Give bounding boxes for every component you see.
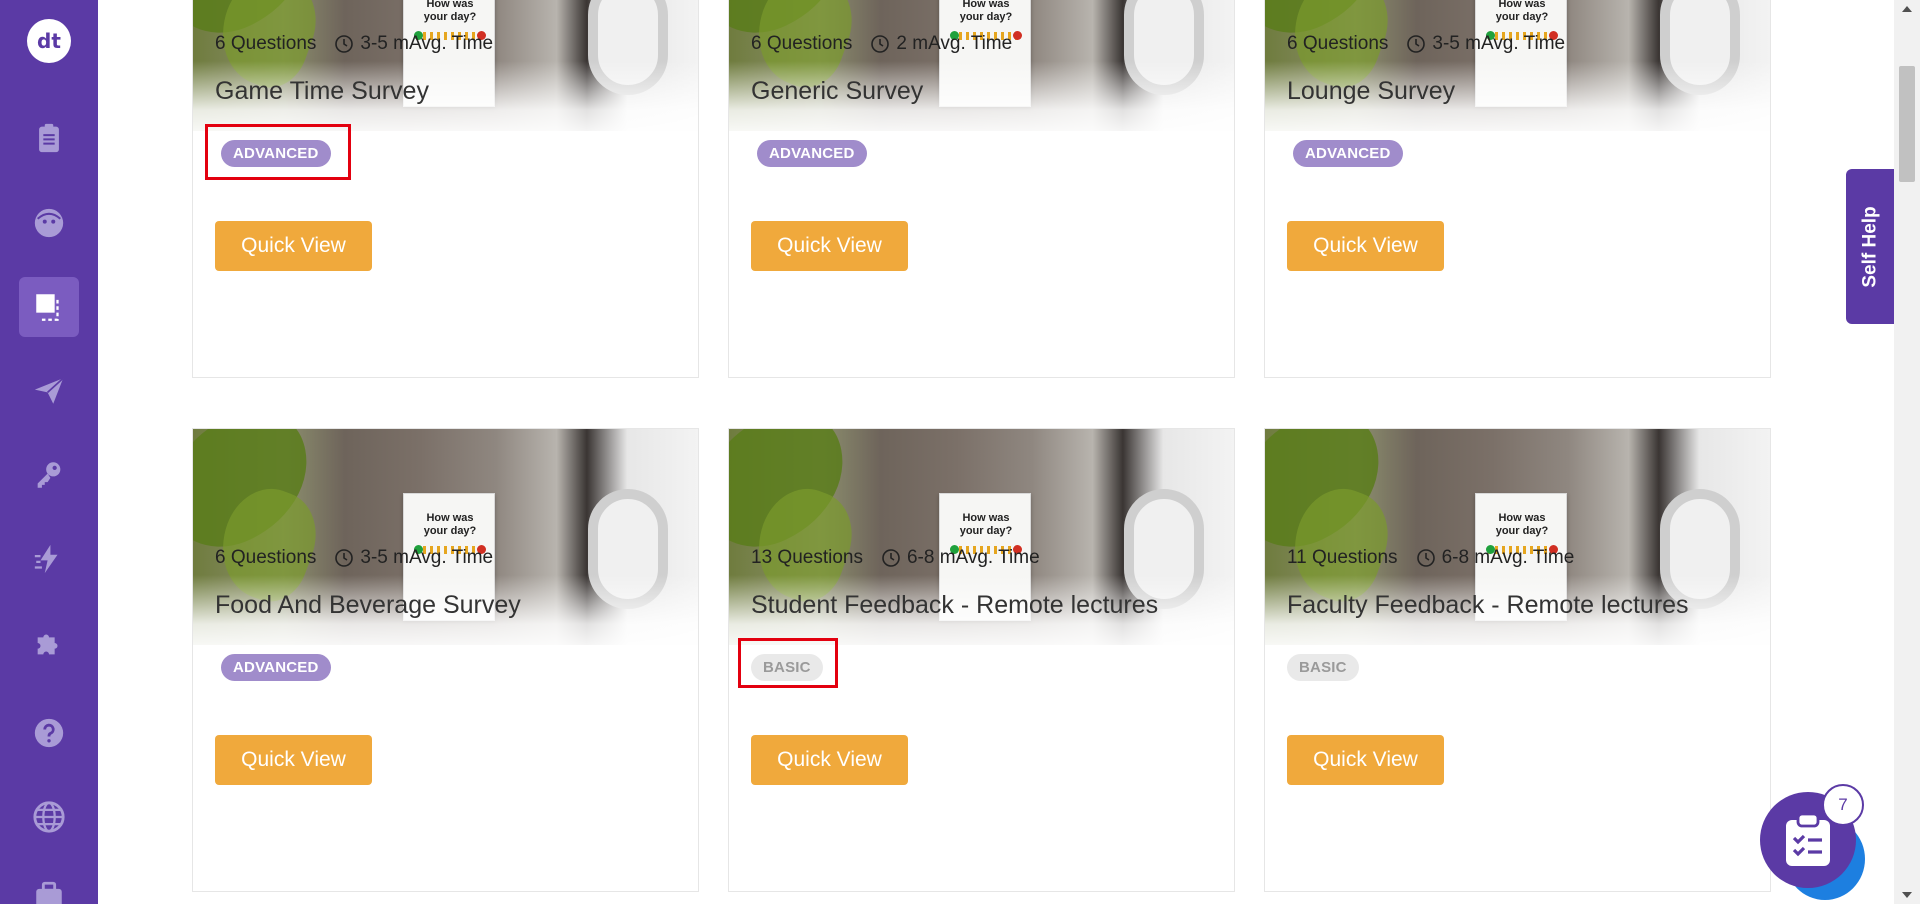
quick-view-button[interactable]: Quick View <box>1287 735 1444 785</box>
template-title: Student Feedback - Remote lectures <box>751 591 1159 619</box>
scroll-thumb[interactable] <box>1899 66 1915 182</box>
question-count: 6 Questions <box>215 33 317 54</box>
face-icon <box>34 208 64 238</box>
sidebar-item-distribute[interactable] <box>19 361 79 421</box>
template-grid: How was your day? 6 Questions 3-5 mAvg. Ti… <box>98 0 1894 904</box>
checklist-count-badge: 7 <box>1822 784 1864 826</box>
advanced-badge: ADVANCED <box>221 654 331 681</box>
template-meta: 13 Questions 6-8 mAvg. Time <box>751 547 1040 569</box>
globe-icon <box>33 801 65 833</box>
template-title: Lounge Survey <box>1287 77 1456 105</box>
send-icon <box>34 377 64 404</box>
scroll-down-arrow-icon[interactable] <box>1902 892 1912 898</box>
avg-time: 3-5 mAvg. Time <box>360 547 494 568</box>
sidebar-item-templates[interactable] <box>19 277 79 337</box>
template-card: How was your day? 6 Questions 3-5 mAvg. Ti… <box>192 0 699 378</box>
clock-icon <box>882 549 900 567</box>
clock-icon <box>1407 35 1426 53</box>
highlight-box <box>205 124 351 180</box>
scrollbar[interactable] <box>1894 0 1920 904</box>
template-meta: 6 Questions 3-5 mAvg. Time <box>215 547 493 569</box>
card-image-question: How was your day? <box>959 0 1013 23</box>
clock-icon <box>335 35 354 53</box>
question-count: 6 Questions <box>751 33 853 54</box>
checklist-icon <box>1786 812 1830 866</box>
quick-view-button[interactable]: Quick View <box>1287 221 1444 271</box>
page: dt How was your day? 6 Questions 3-5 mAv… <box>0 0 1920 904</box>
card-image-question: How was your day? <box>423 0 477 23</box>
avg-time: 3-5 mAvg. Time <box>1432 33 1566 54</box>
quick-view-button[interactable]: Quick View <box>215 735 372 785</box>
briefcase-icon <box>36 881 62 904</box>
card-image-question: How was your day? <box>423 512 477 537</box>
lightning-icon <box>34 544 58 574</box>
sidebar-item-integrations[interactable] <box>19 613 79 673</box>
key-icon <box>37 462 61 488</box>
puzzle-icon <box>37 634 58 655</box>
card-image-question: How was your day? <box>959 512 1013 537</box>
clock-icon <box>335 549 354 567</box>
self-help-label: Self Help <box>1859 205 1881 288</box>
question-count: 6 Questions <box>215 547 317 568</box>
sidebar-item-contacts[interactable] <box>19 193 79 253</box>
template-title: Food And Beverage Survey <box>215 591 521 619</box>
template-card: How was your day? 13 Questions 6-8 mAvg. T… <box>728 428 1235 892</box>
question-count: 13 Questions <box>751 547 863 568</box>
template-card: How was your day? 6 Questions 3-5 mAvg. Ti… <box>192 428 699 892</box>
sidebar-item-language[interactable] <box>19 787 79 847</box>
template-title: Game Time Survey <box>215 77 429 105</box>
template-title: Faculty Feedback - Remote lectures <box>1287 591 1689 619</box>
quick-view-button[interactable]: Quick View <box>751 735 908 785</box>
template-card: How was your day? 6 Questions 2 mAvg. Time… <box>728 0 1235 378</box>
template-card: How was your day? 6 Questions 3-5 mAvg. Ti… <box>1264 0 1771 378</box>
template-meta: 6 Questions 3-5 mAvg. Time <box>215 33 493 55</box>
sidebar-item-access[interactable] <box>19 445 79 505</box>
scroll-up-arrow-icon[interactable] <box>1902 6 1912 12</box>
clock-icon <box>1416 549 1435 567</box>
highlight-box <box>738 638 838 688</box>
avg-time: 2 mAvg. Time <box>896 33 1013 54</box>
sidebar: dt <box>0 0 98 904</box>
card-image-question: How was your day? <box>1495 512 1549 537</box>
sidebar-item-automation[interactable] <box>19 529 79 589</box>
sidebar-item-surveys[interactable] <box>19 108 79 168</box>
advanced-badge: ADVANCED <box>1293 140 1403 167</box>
avg-time: 6-8 mAvg. Time <box>906 547 1040 568</box>
quick-view-button[interactable]: Quick View <box>751 221 908 271</box>
avg-time: 3-5 mAvg. Time <box>360 33 494 54</box>
sidebar-item-account[interactable] <box>19 866 79 904</box>
template-icon <box>36 294 59 321</box>
template-meta: 11 Questions 6-8 mAvg. Time <box>1287 547 1574 569</box>
sidebar-item-help[interactable] <box>19 703 79 763</box>
template-card-image: How was your day? <box>729 0 1234 131</box>
clock-icon <box>871 35 890 53</box>
question-icon <box>34 718 64 748</box>
question-count: 6 Questions <box>1287 33 1389 54</box>
basic-badge: BASIC <box>1287 654 1359 681</box>
logo[interactable]: dt <box>27 19 71 63</box>
advanced-badge: ADVANCED <box>757 140 867 167</box>
self-help-tab[interactable]: Self Help <box>1846 169 1895 324</box>
clipboard-icon <box>39 123 59 153</box>
template-meta: 6 Questions 2 mAvg. Time <box>751 33 1012 55</box>
template-card-image: How was your day? <box>1265 0 1770 131</box>
quick-view-button[interactable]: Quick View <box>215 221 372 271</box>
card-image-question: How was your day? <box>1495 0 1549 23</box>
template-card: How was your day? 11 Questions 6-8 mAvg. T… <box>1264 428 1771 892</box>
template-meta: 6 Questions 3-5 mAvg. Time <box>1287 33 1565 55</box>
question-count: 11 Questions <box>1287 547 1398 568</box>
template-card-image: How was your day? <box>193 0 698 131</box>
avg-time: 6-8 mAvg. Time <box>1441 547 1575 568</box>
template-title: Generic Survey <box>751 77 924 105</box>
